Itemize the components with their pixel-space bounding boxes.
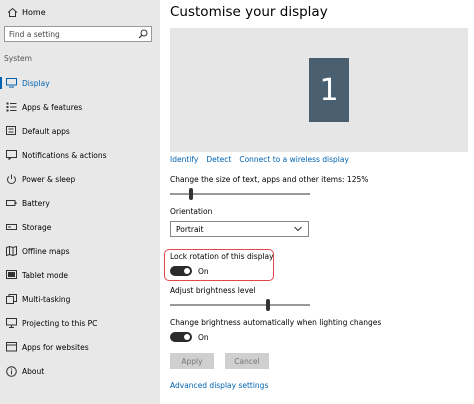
apps-websites-icon — [5, 341, 17, 353]
sidebar-item-label: About — [22, 366, 45, 376]
auto-brightness-label: Change brightness automatically when lig… — [170, 318, 382, 327]
page-title: Customise your display — [170, 4, 328, 20]
info-icon — [5, 365, 17, 377]
sidebar-item-label: Notifications & actions — [22, 150, 107, 160]
home-label: Home — [22, 7, 46, 17]
sidebar-item-label: Projecting to this PC — [22, 318, 98, 328]
sidebar-item-projecting[interactable]: Projecting to this PC — [0, 315, 160, 331]
storage-icon — [5, 221, 17, 233]
auto-brightness-state: On — [198, 332, 209, 342]
map-icon — [5, 245, 17, 257]
scale-label: Change the size of text, apps and other … — [170, 175, 369, 184]
home-link[interactable]: Home — [6, 4, 46, 20]
power-icon — [5, 173, 17, 185]
multitasking-icon — [5, 293, 17, 305]
monitor-icon — [5, 77, 17, 89]
detect-link[interactable]: Detect — [206, 155, 231, 164]
sidebar-item-label: Apps & features — [22, 102, 83, 112]
apps-list-icon — [5, 101, 17, 113]
orientation-dropdown[interactable]: Portrait — [170, 221, 309, 237]
sidebar-item-storage[interactable]: Storage — [0, 219, 160, 235]
sidebar-item-offline-maps[interactable]: Offline maps — [0, 243, 160, 259]
chevron-down-icon — [293, 224, 303, 234]
sidebar-item-label: Power & sleep — [22, 174, 76, 184]
display-preview: 1 — [170, 28, 468, 152]
sidebar-item-label: Tablet mode — [22, 270, 68, 280]
sidebar-item-tablet-mode[interactable]: Tablet mode — [0, 267, 160, 283]
slider-thumb[interactable] — [266, 299, 270, 311]
sidebar-item-multitasking[interactable]: Multi-tasking — [0, 291, 160, 307]
toggle-knob — [184, 268, 190, 274]
active-indicator — [0, 77, 2, 89]
sidebar-item-label: Default apps — [22, 126, 70, 136]
auto-brightness-setting: On — [170, 332, 209, 342]
default-apps-icon — [5, 125, 17, 137]
notifications-icon — [5, 149, 17, 161]
orientation-value: Portrait — [176, 224, 204, 234]
lock-rotation-label: Lock rotation of this display — [170, 252, 274, 261]
home-icon — [6, 6, 18, 18]
sidebar-item-label: Display — [22, 78, 50, 88]
search-input[interactable] — [5, 29, 137, 39]
connect-wireless-link[interactable]: Connect to a wireless display — [239, 155, 349, 164]
sidebar: Home System Display Apps & features Defa… — [0, 0, 160, 404]
main-content: Customise your display 1 Identify Detect… — [160, 0, 474, 404]
lock-rotation-state: On — [198, 266, 209, 276]
identify-link[interactable]: Identify — [170, 155, 198, 164]
display-links: Identify Detect Connect to a wireless di… — [170, 155, 349, 164]
sidebar-item-about[interactable]: About — [0, 363, 160, 379]
scale-slider[interactable] — [170, 188, 310, 200]
search-icon[interactable] — [137, 28, 149, 40]
sidebar-item-battery[interactable]: Battery — [0, 195, 160, 211]
orientation-label: Orientation — [170, 207, 213, 216]
lock-rotation-toggle[interactable] — [170, 266, 192, 276]
sidebar-item-label: Battery — [22, 198, 50, 208]
sidebar-item-notifications[interactable]: Notifications & actions — [0, 147, 160, 163]
apply-button[interactable]: Apply — [170, 353, 214, 369]
tablet-icon — [5, 269, 17, 281]
section-label: System — [4, 54, 32, 63]
sidebar-item-apps-websites[interactable]: Apps for websites — [0, 339, 160, 355]
slider-thumb[interactable] — [189, 188, 193, 200]
brightness-slider[interactable] — [170, 299, 310, 311]
sidebar-item-power-sleep[interactable]: Power & sleep — [0, 171, 160, 187]
search-box[interactable] — [4, 26, 152, 42]
sidebar-item-label: Storage — [22, 222, 52, 232]
toggle-knob — [184, 334, 190, 340]
slider-track — [170, 304, 310, 306]
sidebar-item-default-apps[interactable]: Default apps — [0, 123, 160, 139]
auto-brightness-toggle[interactable] — [170, 332, 192, 342]
sidebar-item-label: Multi-tasking — [22, 294, 71, 304]
sidebar-item-display[interactable]: Display — [0, 75, 160, 91]
sidebar-item-label: Apps for websites — [22, 342, 89, 352]
cancel-button[interactable]: Cancel — [225, 353, 269, 369]
projecting-icon — [5, 317, 17, 329]
lock-rotation-setting: On — [170, 266, 209, 276]
advanced-display-settings-link[interactable]: Advanced display settings — [170, 381, 268, 390]
brightness-label: Adjust brightness level — [170, 286, 256, 295]
monitor-1[interactable]: 1 — [309, 58, 349, 122]
battery-icon — [5, 197, 17, 209]
sidebar-item-label: Offline maps — [22, 246, 70, 256]
sidebar-item-apps-features[interactable]: Apps & features — [0, 99, 160, 115]
